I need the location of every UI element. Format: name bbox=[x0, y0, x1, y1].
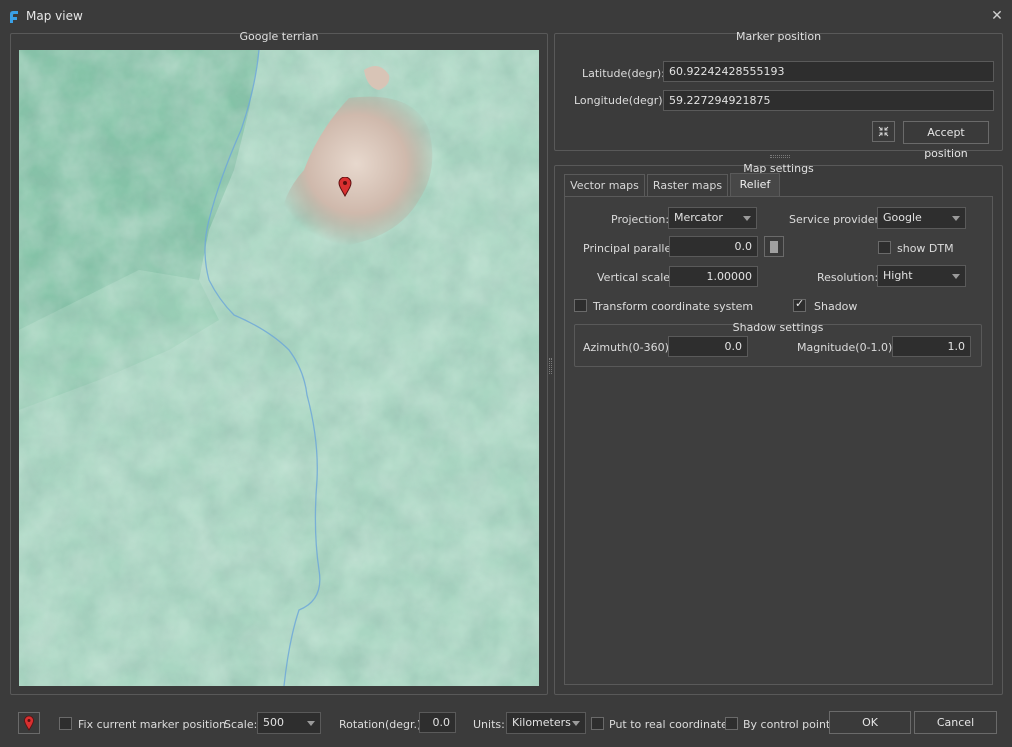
chevron-down-icon bbox=[952, 216, 960, 221]
principal-parallel-label: Principal parallel: bbox=[583, 242, 678, 255]
azimuth-label: Azimuth(0-360): bbox=[583, 341, 673, 354]
marker-tool-button[interactable] bbox=[18, 712, 40, 734]
splitter-handle[interactable] bbox=[770, 155, 790, 158]
collapse-arrows-icon[interactable] bbox=[872, 121, 895, 142]
tab-vector-maps[interactable]: Vector maps bbox=[564, 174, 645, 197]
terrain-map[interactable] bbox=[19, 50, 539, 686]
service-provider-value: Google bbox=[883, 211, 922, 224]
shadow-settings-title: Shadow settings bbox=[732, 321, 824, 334]
transform-coordinate-checkbox[interactable] bbox=[574, 299, 587, 312]
show-dtm-label: show DTM bbox=[897, 242, 954, 255]
units-label: Units: bbox=[473, 718, 505, 731]
tab-raster-maps[interactable]: Raster maps bbox=[647, 174, 728, 197]
accept-position-button[interactable]: Accept position bbox=[903, 121, 989, 160]
rotation-label: Rotation(degr.) bbox=[339, 718, 422, 731]
scale-label: Scale: bbox=[224, 718, 258, 731]
longitude-label: Longitude(degr): bbox=[574, 94, 667, 107]
scale-value: 500 bbox=[263, 716, 284, 729]
tab-relief[interactable]: Relief bbox=[730, 173, 780, 197]
scale-select[interactable]: 500 bbox=[257, 712, 321, 734]
vertical-scale-field[interactable]: 1.00000 bbox=[669, 266, 758, 287]
projection-label: Projection: bbox=[611, 213, 670, 226]
window-title: Map view bbox=[26, 9, 83, 23]
map-title: Google terrian bbox=[239, 30, 319, 43]
service-provider-select[interactable]: Google bbox=[877, 207, 966, 229]
show-dtm-checkbox[interactable] bbox=[878, 241, 891, 254]
rotation-field[interactable]: 0.0 bbox=[419, 712, 456, 733]
resolution-label: Resolution: bbox=[817, 271, 879, 284]
marker-position-title: Marker position bbox=[735, 30, 822, 43]
app-icon bbox=[8, 10, 20, 24]
fix-marker-checkbox[interactable] bbox=[59, 717, 72, 730]
map-pin-icon bbox=[24, 715, 34, 731]
resolution-select[interactable]: Hight bbox=[877, 265, 966, 287]
principal-parallel-field[interactable]: 0.0 bbox=[669, 236, 758, 257]
chevron-down-icon bbox=[307, 721, 315, 726]
magnitude-field[interactable]: 1.0 bbox=[892, 336, 971, 357]
chevron-down-icon bbox=[952, 274, 960, 279]
chevron-down-icon bbox=[743, 216, 751, 221]
splitter-handle[interactable] bbox=[549, 358, 552, 374]
title-bar bbox=[0, 0, 1012, 32]
control-points-checkbox[interactable] bbox=[725, 717, 738, 730]
map-marker[interactable] bbox=[338, 176, 352, 198]
units-select[interactable]: Kilometers bbox=[506, 712, 586, 734]
chevron-down-icon bbox=[572, 721, 580, 726]
azimuth-field[interactable]: 0.0 bbox=[668, 336, 748, 357]
fix-marker-label: Fix current marker position bbox=[78, 718, 227, 731]
control-points-label: By control points bbox=[743, 718, 836, 731]
real-coordinates-label: Put to real coordinates bbox=[609, 718, 734, 731]
color-picker-button[interactable] bbox=[764, 236, 784, 257]
longitude-field[interactable]: 59.227294921875 bbox=[663, 90, 994, 111]
projection-select[interactable]: Mercator bbox=[668, 207, 757, 229]
close-icon[interactable]: ✕ bbox=[988, 7, 1006, 25]
magnitude-label: Magnitude(0-1.0): bbox=[797, 341, 897, 354]
latitude-label: Latitude(degr): bbox=[582, 67, 665, 80]
units-value: Kilometers bbox=[512, 716, 571, 729]
shadow-checkbox[interactable] bbox=[793, 297, 806, 312]
real-coordinates-checkbox[interactable] bbox=[591, 717, 604, 730]
service-provider-label: Service provider: bbox=[789, 213, 883, 226]
resolution-value: Hight bbox=[883, 269, 913, 282]
vertical-scale-label: Vertical scale: bbox=[597, 271, 674, 284]
cancel-button[interactable]: Cancel bbox=[914, 711, 997, 734]
ok-button[interactable]: OK bbox=[829, 711, 911, 734]
shadow-label: Shadow bbox=[814, 300, 858, 313]
latitude-field[interactable]: 60.92242428555193 bbox=[663, 61, 994, 82]
projection-value: Mercator bbox=[674, 211, 723, 224]
color-swatch bbox=[770, 241, 778, 253]
transform-coordinate-label: Transform coordinate system bbox=[593, 300, 754, 313]
